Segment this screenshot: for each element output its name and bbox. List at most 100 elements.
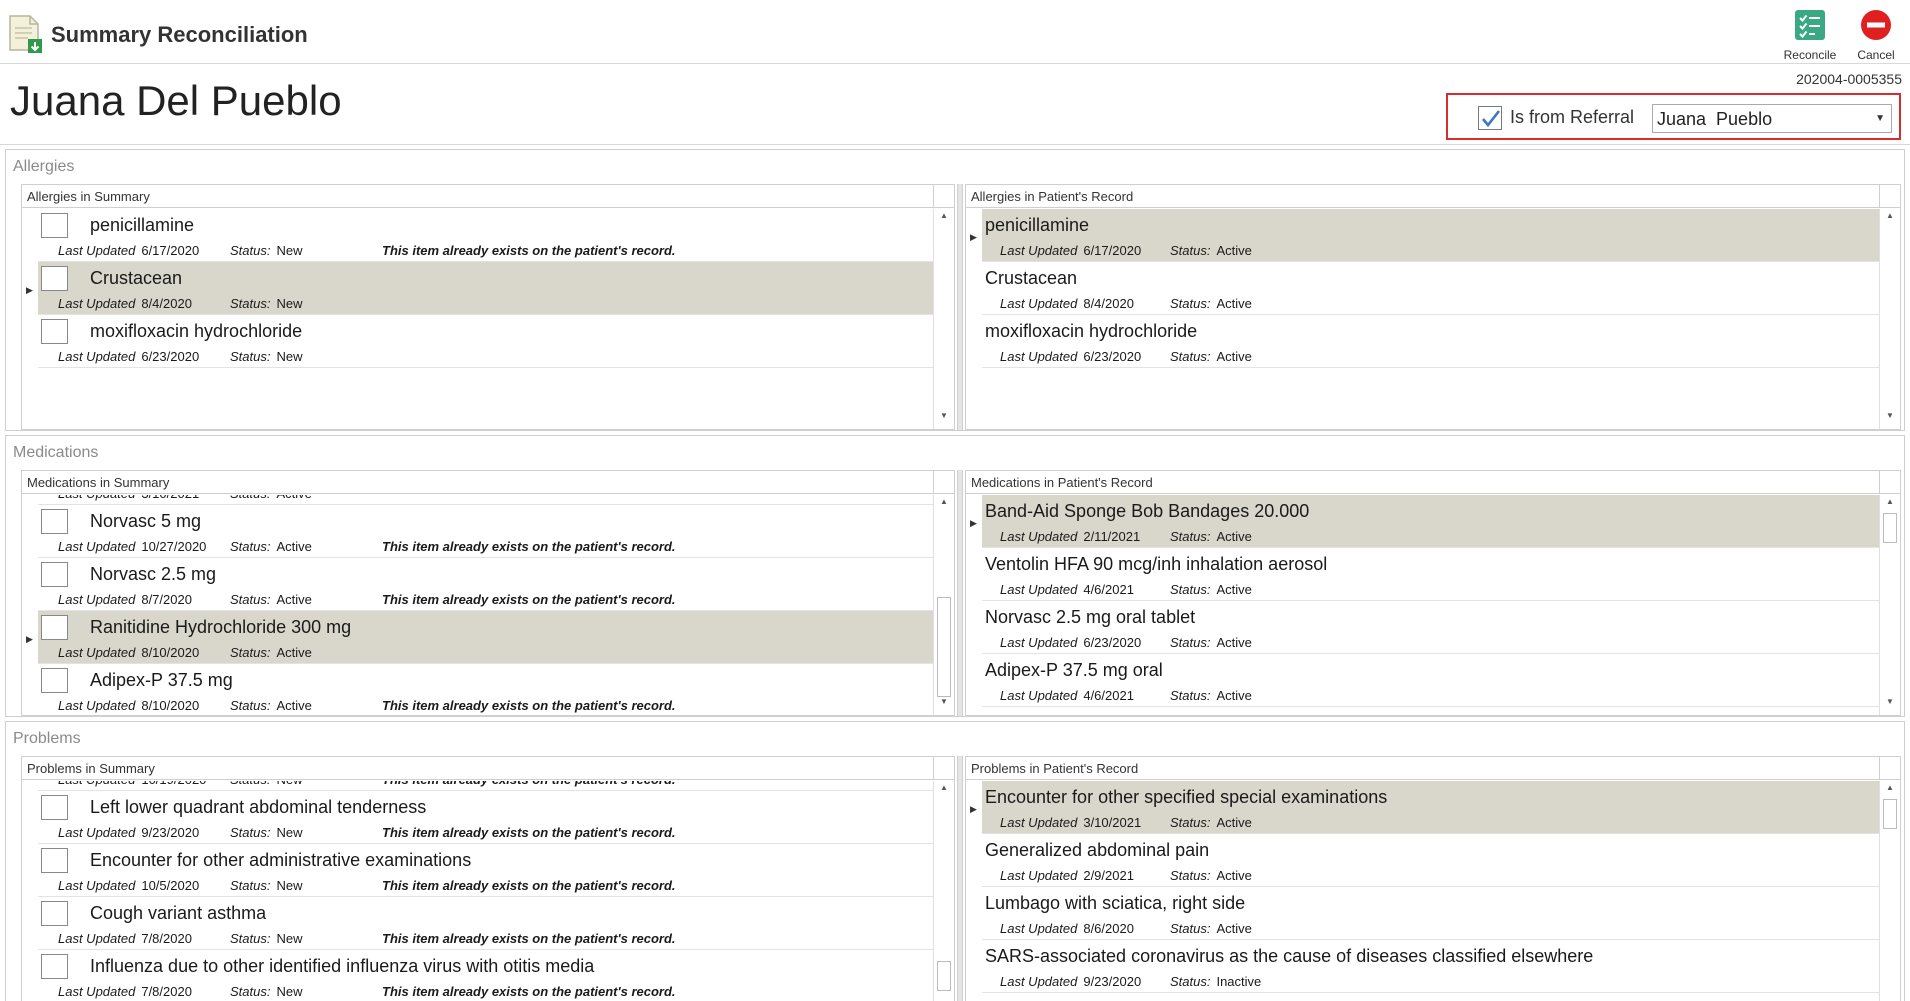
list-item[interactable]: Generalized abdominal pain Last Updated 2/…: [982, 834, 1879, 887]
vertical-scrollbar[interactable]: ▲: [1879, 781, 1900, 1001]
vertical-scrollbar[interactable]: ▲ ▼: [1879, 209, 1900, 429]
status-value: Active: [1216, 868, 1252, 883]
item-checkbox[interactable]: [41, 954, 68, 979]
list-item[interactable]: moxifloxacin hydrochloride Last Updated 6/…: [38, 315, 933, 368]
item-name: Adipex-P 37.5 mg: [90, 670, 233, 690]
last-updated: Last Updated 3/10/2021: [58, 495, 199, 501]
list-item-partial-content: Last Updated 3/10/2021 Status: Active: [38, 495, 933, 504]
list-item[interactable]: penicillamine Last Updated 6/17/2020 Status…: [38, 209, 933, 262]
list-item[interactable]: Influenza due to other identified influe…: [38, 950, 933, 1001]
scroll-up-icon[interactable]: ▲: [1880, 497, 1900, 513]
scroll-down-icon[interactable]: ▼: [1880, 411, 1900, 427]
referral-source-dropdown[interactable]: Juana Pueblo ▼: [1652, 104, 1892, 133]
is-from-referral-label: Is from Referral: [1510, 107, 1635, 127]
list-item[interactable]: SARS-associated coronavirus as the cause…: [982, 940, 1879, 993]
item-checkbox[interactable]: [41, 213, 68, 238]
last-updated-date: 8/4/2020: [1083, 296, 1134, 311]
item-checkbox[interactable]: [41, 668, 68, 693]
list-item[interactable]: ▶ penicillamine Last Updated 6/17/2020 Statu…: [970, 209, 1879, 262]
status-value: New: [276, 825, 303, 840]
status-label: Status:: [1170, 868, 1211, 883]
last-updated-label: Last Updated: [58, 931, 136, 946]
scroll-down-icon[interactable]: ▼: [1880, 697, 1900, 713]
list-item[interactable]: Cough variant asthma Last Updated 7/8/2020…: [38, 897, 933, 950]
scroll-up-icon[interactable]: ▲: [1880, 783, 1900, 799]
scroll-up-icon[interactable]: ▲: [934, 783, 954, 799]
reconcile-button[interactable]: Reconcile: [1778, 6, 1842, 62]
list-item-partial-content: Last Updated 10/19/2020 Status: New This ite…: [38, 781, 933, 790]
pane-splitter[interactable]: [957, 184, 963, 430]
status: Status: Active: [1170, 529, 1252, 544]
status-label: Status:: [1170, 296, 1211, 311]
list-item-partial[interactable]: Ranitidine Hydrochloride 300 mg oral: [982, 707, 1879, 715]
scroll-thumb[interactable]: [1883, 513, 1897, 543]
list-item[interactable]: Left lower quadrant abdominal tenderness…: [38, 791, 933, 844]
item-name: Encounter for other administrative exami…: [90, 850, 472, 870]
is-from-referral-checkbox[interactable]: [1478, 106, 1502, 130]
list-item[interactable]: ▶ Band-Aid Sponge Bob Bandages 20.000 Last…: [970, 495, 1879, 548]
status-label: Status:: [230, 592, 271, 607]
status: Status: Active: [1170, 688, 1252, 703]
medications-record-pane: Medications in Patient's Record ▶ Band-Ai…: [965, 470, 1901, 716]
item-checkbox[interactable]: [41, 562, 68, 587]
vertical-scrollbar[interactable]: ▲ ▼: [933, 209, 954, 429]
vertical-scrollbar[interactable]: ▲ ▼: [1879, 495, 1900, 715]
already-exists-note: This item already exists on the patient'…: [382, 878, 676, 893]
last-updated-date: 8/10/2020: [141, 645, 200, 660]
list-item[interactable]: Adipex-P 37.5 mg Last Updated 8/10/2020 Sta…: [38, 664, 933, 715]
list-item[interactable]: ▶ Ranitidine Hydrochloride 300 mg Last Upd…: [26, 611, 933, 664]
vertical-scrollbar[interactable]: ▲ ▼: [933, 495, 954, 715]
item-checkbox[interactable]: [41, 266, 68, 291]
list-item[interactable]: ▶ Encounter for other specified special e…: [970, 781, 1879, 834]
scroll-thumb[interactable]: [937, 961, 951, 991]
scroll-up-icon[interactable]: ▲: [1880, 211, 1900, 227]
last-updated-date: 7/8/2020: [141, 984, 192, 999]
list-item-partial[interactable]: Deficiency of other specified B group vi…: [982, 993, 1879, 1001]
scroll-up-icon[interactable]: ▲: [934, 497, 954, 513]
item-checkbox[interactable]: [41, 848, 68, 873]
list-item[interactable]: Adipex-P 37.5 mg oral Last Updated 4/6/202…: [982, 654, 1879, 707]
scroll-thumb[interactable]: [937, 597, 951, 697]
last-updated-label: Last Updated: [58, 296, 136, 311]
medications-summary-pane: Medications in Summary Last Updated 3/10/…: [21, 470, 955, 716]
pane-splitter[interactable]: [957, 756, 963, 1001]
item-checkbox[interactable]: [41, 795, 68, 820]
item-checkbox[interactable]: [41, 901, 68, 926]
scroll-thumb[interactable]: [1883, 799, 1897, 829]
last-updated-label: Last Updated: [1000, 815, 1078, 830]
last-updated-label: Last Updated: [1000, 349, 1078, 364]
list-item[interactable]: ▶ Crustacean Last Updated 8/4/2020 Status: Ne…: [26, 262, 933, 315]
vertical-scrollbar[interactable]: ▲: [933, 781, 954, 1001]
last-updated: Last Updated 6/17/2020: [1000, 243, 1141, 258]
item-name: Norvasc 2.5 mg: [90, 564, 217, 584]
last-updated-date: 3/10/2021: [141, 495, 199, 501]
list-item[interactable]: Lumbago with sciatica, right side Last Up…: [982, 887, 1879, 940]
item-checkbox[interactable]: [41, 615, 68, 640]
item-name: Crustacean: [985, 268, 1078, 288]
problems-section: Problems Problems in Summary Last Update…: [5, 721, 1905, 1001]
list-item[interactable]: Norvasc 2.5 mg oral tablet Last Updated 6/…: [982, 601, 1879, 654]
item-checkbox[interactable]: [41, 319, 68, 344]
list-item[interactable]: Encounter for other administrative exami…: [38, 844, 933, 897]
list-item[interactable]: Ventolin HFA 90 mcg/inh inhalation aeros…: [982, 548, 1879, 601]
list-item[interactable]: Norvasc 5 mg Last Updated 10/27/2020 Status…: [38, 505, 933, 558]
account-number: 202004-0005355: [1796, 71, 1902, 87]
scroll-down-icon[interactable]: ▼: [934, 697, 954, 713]
cancel-button[interactable]: Cancel: [1844, 6, 1908, 62]
item-checkbox[interactable]: [41, 509, 68, 534]
scroll-up-icon[interactable]: ▲: [934, 211, 954, 227]
status-value: Active: [276, 539, 312, 554]
list-item[interactable]: Crustacean Last Updated 8/4/2020 Status: Act…: [982, 262, 1879, 315]
scroll-down-icon[interactable]: ▼: [934, 411, 954, 427]
last-updated-label: Last Updated: [58, 878, 136, 893]
last-updated: Last Updated 10/5/2020: [58, 878, 199, 893]
last-updated: Last Updated 6/23/2020: [1000, 635, 1141, 650]
list-item[interactable]: Norvasc 2.5 mg Last Updated 8/7/2020 Status…: [38, 558, 933, 611]
status: Status: Active: [1170, 349, 1252, 364]
pane-header: Medications in Patient's Record: [966, 471, 1900, 494]
list-item[interactable]: moxifloxacin hydrochloride Last Updated 6/…: [982, 315, 1879, 368]
pane-splitter[interactable]: [957, 470, 963, 716]
last-updated: Last Updated 7/8/2020: [58, 931, 192, 946]
status: Status: New: [230, 878, 302, 893]
status: Status: Active: [230, 592, 312, 607]
